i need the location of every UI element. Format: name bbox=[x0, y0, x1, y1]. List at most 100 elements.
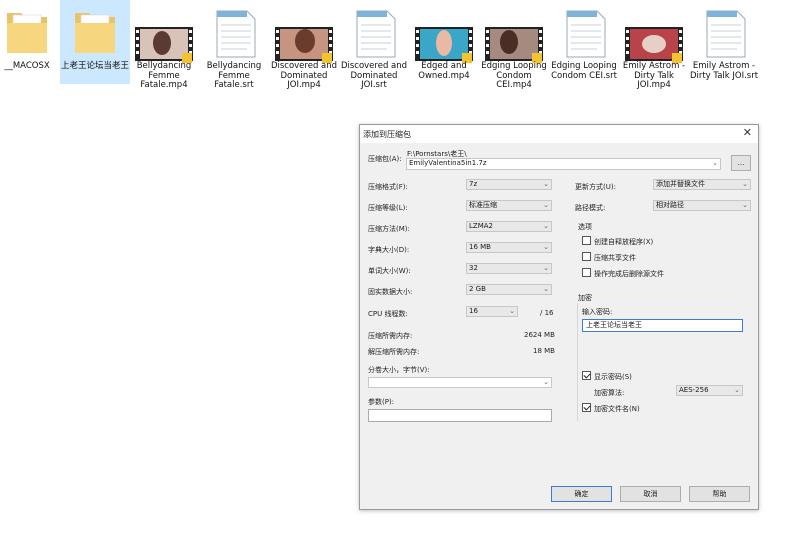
path-mode-value: 相对路径 bbox=[656, 201, 684, 209]
cpu-threads-label: CPU 线程数: bbox=[368, 310, 408, 318]
file-name: Bellydancing Femme Fatale.mp4 bbox=[136, 61, 192, 90]
method-value: LZMA2 bbox=[469, 222, 493, 230]
parameters-label: 参数(P): bbox=[368, 398, 395, 406]
word-size-value: 32 bbox=[469, 264, 478, 272]
encryption-method-select[interactable]: AES-256 ⌄ bbox=[676, 385, 743, 396]
file-name: Bellydancing Femme Fatale.srt bbox=[206, 61, 262, 90]
file-item-video[interactable]: Emily Astrom - Dirty Talk JOI.mp4 bbox=[619, 0, 689, 90]
encrypt-names-checkbox[interactable] bbox=[582, 403, 591, 412]
file-name: Edging Looping Condom CEI.srt bbox=[551, 61, 617, 81]
method-select[interactable]: LZMA2 ⌄ bbox=[466, 221, 552, 232]
parameters-input[interactable] bbox=[368, 409, 552, 422]
chevron-down-icon: ⌄ bbox=[543, 201, 549, 209]
chevron-down-icon: ⌄ bbox=[742, 201, 748, 209]
encryption-method-label: 加密算法: bbox=[594, 389, 625, 397]
solid-size-value: 2 GB bbox=[469, 285, 486, 293]
cpu-threads-select[interactable]: 16 ⌄ bbox=[466, 306, 518, 317]
folder-icon bbox=[7, 13, 47, 53]
method-label: 压缩方法(M): bbox=[368, 225, 410, 233]
file-name: Emily Astrom - Dirty Talk JOI.srt bbox=[689, 61, 759, 81]
password-label: 输入密码: bbox=[582, 308, 613, 316]
encryption-group-label: 加密 bbox=[578, 294, 592, 302]
file-name: Discovered and Dominated JOI.srt bbox=[340, 61, 408, 90]
file-item-srt[interactable]: Bellydancing Femme Fatale.srt bbox=[199, 0, 269, 90]
file-name: Emily Astrom - Dirty Talk JOI.mp4 bbox=[622, 61, 686, 90]
file-item-folder-selected[interactable]: 上老王论坛当老王 bbox=[60, 0, 130, 84]
shared-files-label: 压缩共享文件 bbox=[594, 254, 636, 262]
dictionary-label: 字典大小(D): bbox=[368, 246, 410, 254]
file-item-video[interactable]: Bellydancing Femme Fatale.mp4 bbox=[129, 0, 199, 90]
delete-after-label: 操作完成后删除源文件 bbox=[594, 270, 664, 278]
chevron-down-icon: ⌄ bbox=[543, 285, 549, 293]
word-size-label: 单词大小(W): bbox=[368, 267, 411, 275]
notepad-icon bbox=[566, 10, 606, 58]
compress-memory-value: 2624 MB bbox=[524, 331, 555, 339]
format-select[interactable]: 7z ⌄ bbox=[466, 179, 552, 190]
file-name: __MACOSX bbox=[4, 61, 50, 71]
chevron-down-icon: ⌄ bbox=[742, 180, 748, 188]
ok-button[interactable]: 确定 bbox=[551, 486, 612, 502]
notepad-icon bbox=[356, 10, 396, 58]
folder-icon bbox=[75, 13, 115, 53]
file-item-video[interactable]: Discovered and Dominated JOI.mp4 bbox=[269, 0, 339, 90]
notepad-icon bbox=[216, 10, 256, 58]
split-volume-combo[interactable]: ⌄ bbox=[368, 377, 552, 388]
close-icon[interactable]: ✕ bbox=[743, 127, 752, 139]
archive-name-combo[interactable]: EmilyValentina5in1.7z ⌄ bbox=[406, 158, 721, 170]
level-label: 压缩等级(L): bbox=[368, 204, 408, 212]
path-mode-select[interactable]: 相对路径 ⌄ bbox=[653, 200, 751, 211]
file-name: Edged and Owned.mp4 bbox=[418, 61, 470, 81]
solid-size-select[interactable]: 2 GB ⌄ bbox=[466, 284, 552, 295]
file-item-video[interactable]: Edged and Owned.mp4 bbox=[409, 0, 479, 84]
sfx-label: 创建自释放程序(X) bbox=[594, 238, 654, 246]
update-mode-select[interactable]: 添加并替换文件 ⌄ bbox=[653, 179, 751, 190]
options-group-label: 选项 bbox=[578, 223, 592, 231]
file-item-video[interactable]: Edging Looping Condom CEI.mp4 bbox=[479, 0, 549, 90]
file-item-macosx[interactable]: __MACOSX bbox=[0, 0, 62, 84]
sfx-checkbox[interactable] bbox=[582, 236, 591, 245]
format-value: 7z bbox=[469, 180, 478, 188]
dialog-titlebar: 添加到压缩包 ✕ bbox=[360, 125, 758, 143]
file-item-srt[interactable]: Edging Looping Condom CEI.srt bbox=[549, 0, 619, 84]
update-mode-label: 更新方式(U): bbox=[575, 183, 616, 191]
encrypt-names-label: 加密文件名(N) bbox=[594, 405, 640, 413]
solid-size-label: 固实数据大小: bbox=[368, 288, 413, 296]
chevron-down-icon: ⌄ bbox=[543, 243, 549, 251]
shared-files-checkbox[interactable] bbox=[582, 252, 591, 261]
decompress-memory-value: 18 MB bbox=[533, 347, 555, 355]
help-button[interactable]: 帮助 bbox=[689, 486, 750, 502]
archive-label: 压缩包(A): bbox=[368, 155, 402, 163]
chevron-down-icon: ⌄ bbox=[543, 378, 549, 386]
archive-name-value: EmilyValentina5in1.7z bbox=[409, 159, 487, 167]
notepad-icon bbox=[706, 10, 746, 58]
chevron-down-icon: ⌄ bbox=[543, 180, 549, 188]
update-mode-value: 添加并替换文件 bbox=[656, 180, 705, 188]
file-item-srt[interactable]: Emily Astrom - Dirty Talk JOI.srt bbox=[689, 0, 759, 84]
decompress-memory-label: 解压缩所需内存: bbox=[368, 348, 420, 356]
file-name: 上老王论坛当老王 bbox=[60, 61, 129, 71]
dictionary-select[interactable]: 16 MB ⌄ bbox=[466, 242, 552, 253]
chevron-down-icon: ⌄ bbox=[734, 386, 740, 394]
show-password-checkbox[interactable] bbox=[582, 371, 591, 380]
password-input[interactable]: 上老王论坛当老王 bbox=[582, 319, 743, 332]
chevron-down-icon: ⌄ bbox=[509, 307, 515, 315]
split-volume-label: 分卷大小，字节(V): bbox=[368, 366, 430, 374]
dictionary-value: 16 MB bbox=[469, 243, 491, 251]
cpu-threads-total: / 16 bbox=[540, 309, 554, 317]
cancel-button[interactable]: 取消 bbox=[620, 486, 681, 502]
encryption-group-border bbox=[577, 303, 578, 421]
encryption-method-value: AES-256 bbox=[679, 386, 709, 394]
file-item-srt[interactable]: Discovered and Dominated JOI.srt bbox=[339, 0, 409, 90]
word-size-select[interactable]: 32 ⌄ bbox=[466, 263, 552, 274]
level-select[interactable]: 标准压缩 ⌄ bbox=[466, 200, 552, 211]
cpu-threads-value: 16 bbox=[469, 307, 478, 315]
level-value: 标准压缩 bbox=[469, 201, 497, 209]
browse-button[interactable]: ... bbox=[731, 155, 751, 171]
path-mode-label: 路径模式: bbox=[575, 204, 606, 212]
delete-after-checkbox[interactable] bbox=[582, 268, 591, 277]
show-password-label: 显示密码(S) bbox=[594, 373, 632, 381]
chevron-down-icon: ⌄ bbox=[543, 264, 549, 272]
dialog-title: 添加到压缩包 bbox=[363, 130, 411, 139]
chevron-down-icon: ⌄ bbox=[712, 159, 718, 167]
compress-memory-label: 压缩所需内存: bbox=[368, 332, 413, 340]
